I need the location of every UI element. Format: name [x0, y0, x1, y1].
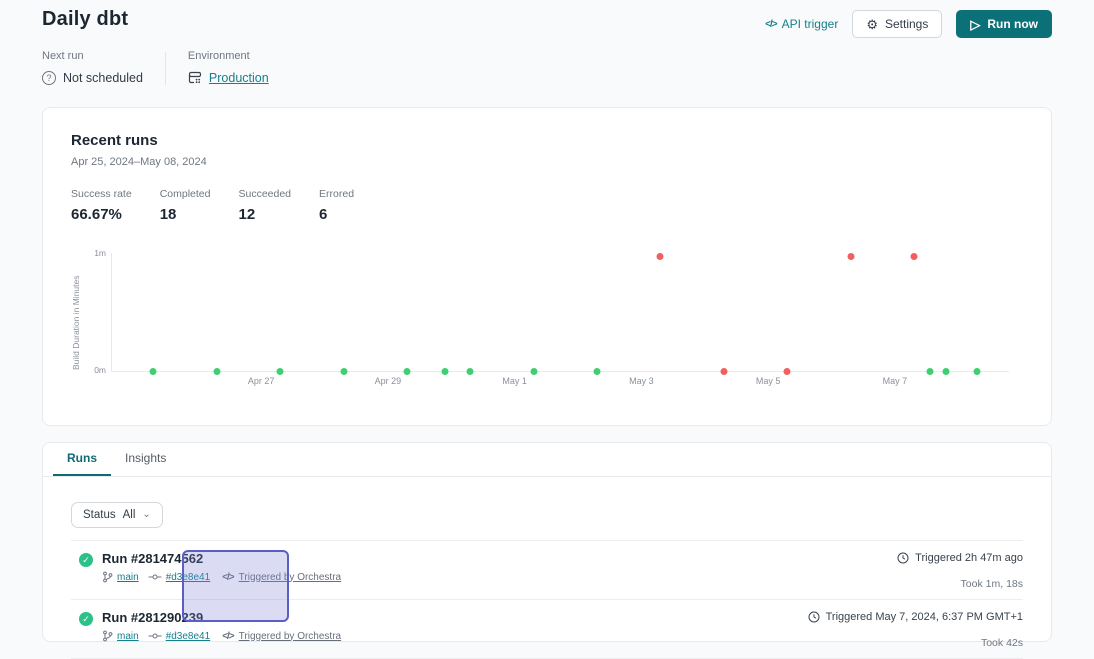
next-run-label: Next run — [42, 50, 143, 62]
run-now-button[interactable]: ▷ Run now — [956, 10, 1052, 38]
clock-icon — [897, 552, 909, 564]
run-dot-error[interactable] — [847, 253, 854, 260]
settings-label: Settings — [885, 17, 928, 31]
success-check-icon: ✓ — [79, 612, 93, 626]
code-icon: </> — [222, 631, 233, 642]
environment-value: Production — [188, 71, 269, 85]
meta-divider — [165, 52, 166, 85]
x-tick-label: May 7 — [883, 376, 908, 386]
branch-link[interactable]: main — [117, 631, 139, 642]
environment-block: Environment Production — [188, 50, 269, 85]
triggered-time: Triggered 2h 47m ago — [915, 552, 1023, 564]
trigger-source-label: Triggered by Orchestra — [239, 631, 341, 642]
git-branch-icon — [102, 630, 113, 642]
trigger-source-link[interactable]: </> Triggered by Orchestra — [222, 631, 341, 642]
git-commit-icon — [148, 632, 162, 640]
status-filter-value: All — [123, 509, 136, 521]
y-tick-0m: 0m — [84, 365, 106, 375]
x-tick-label: Apr 29 — [375, 376, 402, 386]
run-dot-success[interactable] — [403, 368, 410, 375]
environment-icon — [188, 71, 202, 85]
next-run-text: Not scheduled — [63, 71, 143, 85]
run-dot-error[interactable] — [784, 368, 791, 375]
run-dot-success[interactable] — [530, 368, 537, 375]
settings-button[interactable]: ⚙ Settings — [852, 10, 942, 38]
stat-errored: Errored 6 — [319, 188, 369, 223]
environment-link[interactable]: Production — [209, 71, 269, 85]
job-meta-row: Next run ? Not scheduled Environment Pro… — [0, 38, 1094, 85]
page-header: Daily dbt </> API trigger ⚙ Settings ▷ R… — [0, 0, 1094, 38]
next-run-value: ? Not scheduled — [42, 71, 143, 85]
run-dot-success[interactable] — [213, 368, 220, 375]
status-filter-dropdown[interactable]: Status All ⌄ — [71, 502, 163, 528]
run-duration: Took 1m, 18s — [897, 578, 1023, 590]
page-title: Daily dbt — [42, 8, 128, 31]
x-tick-label: Apr 27 — [248, 376, 275, 386]
run-dot-error[interactable] — [720, 368, 727, 375]
question-circle-icon: ? — [42, 71, 56, 85]
run-dot-success[interactable] — [942, 368, 949, 375]
next-run-block: Next run ? Not scheduled — [42, 50, 143, 85]
stat-completed: Completed 18 — [160, 188, 211, 223]
gear-icon: ⚙ — [866, 18, 878, 31]
x-tick-label: May 5 — [756, 376, 781, 386]
run-dot-success[interactable] — [926, 368, 933, 375]
run-now-label: Run now — [987, 17, 1038, 31]
header-actions: </> API trigger ⚙ Settings ▷ Run now — [765, 10, 1052, 38]
git-commit-icon — [148, 573, 162, 581]
api-trigger-link[interactable]: </> API trigger — [765, 17, 838, 31]
run-dot-success[interactable] — [974, 368, 981, 375]
recent-runs-card: Recent runs Apr 25, 2024–May 08, 2024 Su… — [42, 107, 1052, 426]
x-tick-label: May 3 — [629, 376, 654, 386]
selection-highlight-overlay — [182, 550, 289, 622]
run-dot-error[interactable] — [657, 253, 664, 260]
runs-card: Runs Insights Status All ⌄ ✓ Run #281474… — [42, 442, 1052, 642]
run-dot-success[interactable] — [441, 368, 448, 375]
run-dot-success[interactable] — [467, 368, 474, 375]
play-icon: ▷ — [970, 18, 980, 31]
duration-scatter-chart: Build Duration in Minutes 1m 0m Apr 27Ap… — [71, 251, 1023, 403]
branch-link[interactable]: main — [117, 572, 139, 583]
run-dot-success[interactable] — [150, 368, 157, 375]
y-tick-1m: 1m — [84, 248, 106, 258]
run-dot-success[interactable] — [340, 368, 347, 375]
stat-success-rate: Success rate 66.67% — [71, 188, 132, 223]
commit-link[interactable]: #d3e8e41 — [166, 631, 211, 642]
triggered-time: Triggered May 7, 2024, 6:37 PM GMT+1 — [826, 611, 1023, 623]
clock-icon — [808, 611, 820, 623]
recent-runs-title: Recent runs — [71, 132, 1023, 149]
status-filter-label: Status — [83, 509, 116, 521]
stats-row: Success rate 66.67% Completed 18 Succeed… — [71, 188, 1023, 223]
api-trigger-label: API trigger — [782, 17, 839, 31]
run-dot-success[interactable] — [277, 368, 284, 375]
chart-y-axis-title: Build Duration in Minutes — [71, 251, 81, 370]
code-icon: </> — [765, 19, 776, 30]
stat-succeeded: Succeeded 12 — [238, 188, 291, 223]
tabbar: Runs Insights — [43, 443, 1051, 477]
run-duration: Took 42s — [808, 637, 1023, 649]
x-tick-label: May 1 — [502, 376, 527, 386]
environment-label: Environment — [188, 50, 269, 62]
run-dot-error[interactable] — [910, 253, 917, 260]
chart-plot: 1m 0m Apr 27Apr 29May 1May 3May 5May 7 — [111, 253, 1009, 372]
tab-runs[interactable]: Runs — [53, 443, 111, 476]
success-check-icon: ✓ — [79, 553, 93, 567]
tab-insights[interactable]: Insights — [111, 443, 180, 476]
chevron-down-icon: ⌄ — [142, 512, 150, 518]
git-branch-icon — [102, 571, 113, 583]
run-dot-success[interactable] — [594, 368, 601, 375]
date-range: Apr 25, 2024–May 08, 2024 — [71, 156, 1023, 168]
